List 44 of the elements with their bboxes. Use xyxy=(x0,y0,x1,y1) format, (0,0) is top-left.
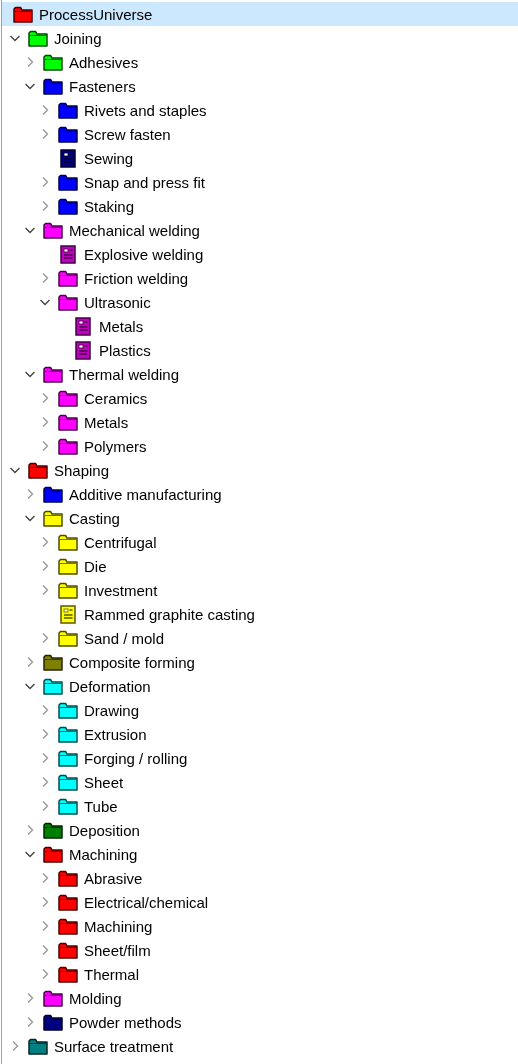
tree-item[interactable]: Electrical/chemical xyxy=(2,890,518,914)
tree-item[interactable]: Fasteners xyxy=(2,74,518,98)
tree-item[interactable]: Forging / rolling xyxy=(2,746,518,770)
tree-item[interactable]: Shaping xyxy=(2,458,518,482)
tree-item[interactable]: Composite forming xyxy=(2,650,518,674)
tree-item[interactable]: Thermal welding xyxy=(2,362,518,386)
tree-item[interactable]: Molding xyxy=(2,986,518,1010)
tree-item[interactable]: Machining xyxy=(2,842,518,866)
tree-item[interactable]: Sewing xyxy=(2,146,518,170)
tree-item[interactable]: Rammed graphite casting xyxy=(2,602,518,626)
tree-item[interactable]: Investment xyxy=(2,578,518,602)
tree-item[interactable]: Adhesives xyxy=(2,50,518,74)
tree-item[interactable]: Joining xyxy=(2,26,518,50)
tree-item[interactable]: Surface treatment xyxy=(2,1034,518,1058)
tree-item[interactable]: Thermal xyxy=(2,962,518,986)
tree-item[interactable]: Centrifugal xyxy=(2,530,518,554)
tree-item[interactable]: Mechanical welding xyxy=(2,218,518,242)
tree-item[interactable]: Additive manufacturing xyxy=(2,482,518,506)
tree-item[interactable]: Casting xyxy=(2,506,518,530)
tree-item[interactable]: Sand / mold xyxy=(2,626,518,650)
tree-item[interactable]: Drawing xyxy=(2,698,518,722)
tree-item[interactable]: Rivets and staples xyxy=(2,98,518,122)
tree-item[interactable]: Explosive welding xyxy=(2,242,518,266)
tree-item[interactable]: Screw fasten xyxy=(2,122,518,146)
tree-item[interactable]: Snap and press fit xyxy=(2,170,518,194)
tree-item[interactable]: Tube xyxy=(2,794,518,818)
tree-item[interactable]: Powder methods xyxy=(2,1010,518,1034)
tree-item[interactable]: Metals xyxy=(2,314,518,338)
tree-item[interactable]: Sheet xyxy=(2,770,518,794)
tree-item[interactable]: Sheet/film xyxy=(2,938,518,962)
tree-item[interactable]: Ultrasonic xyxy=(2,290,518,314)
tree-item[interactable]: ProcessUniverse xyxy=(2,2,518,26)
tree-item[interactable]: Extrusion xyxy=(2,722,518,746)
tree-item[interactable]: Plastics xyxy=(2,338,518,362)
tree-item[interactable]: Metals xyxy=(2,410,518,434)
tree-item[interactable]: Friction welding xyxy=(2,266,518,290)
tree-item[interactable]: Deformation xyxy=(2,674,518,698)
tree-item[interactable]: Machining xyxy=(2,914,518,938)
tree-item[interactable]: Staking xyxy=(2,194,518,218)
tree-item[interactable]: Ceramics xyxy=(2,386,518,410)
tree-item[interactable]: Deposition xyxy=(2,818,518,842)
tree-item[interactable]: Die xyxy=(2,554,518,578)
tree-item[interactable]: Abrasive xyxy=(2,866,518,890)
tree-item[interactable]: Polymers xyxy=(2,434,518,458)
